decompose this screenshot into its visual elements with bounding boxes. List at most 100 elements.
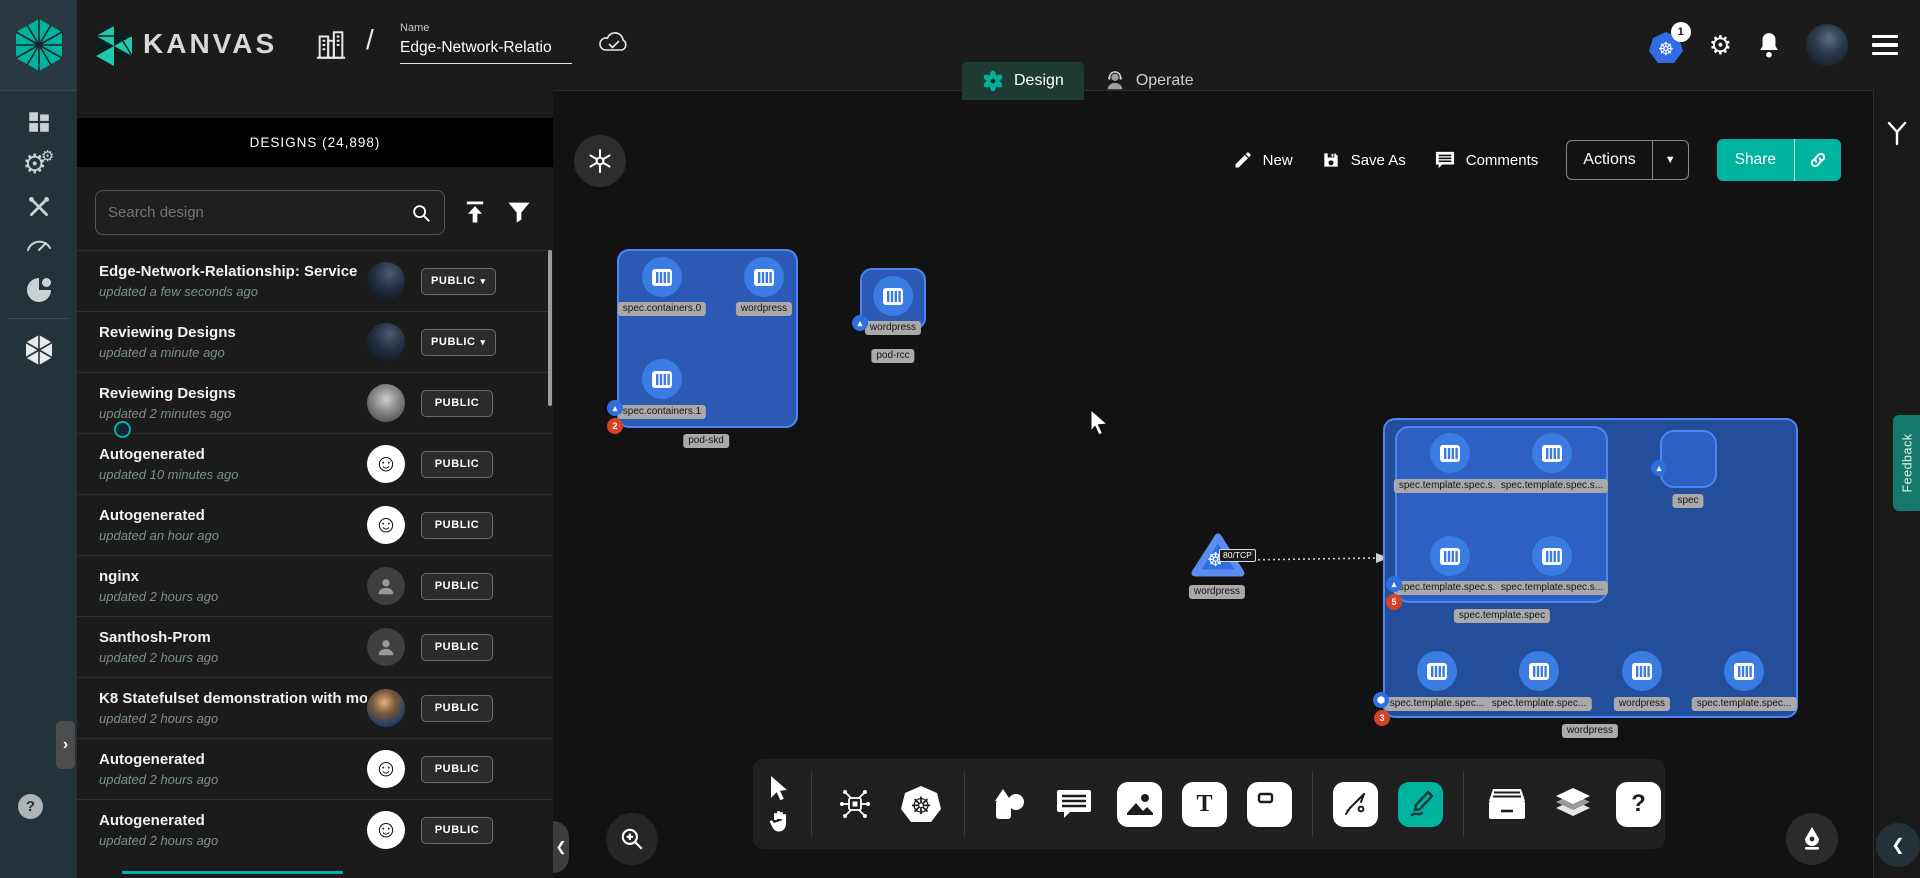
node-label: spec.template.spec.s...: [1394, 581, 1506, 595]
lifecycle-gears-icon[interactable]: ⚙ ⚙: [0, 151, 77, 178]
container-node[interactable]: [1417, 651, 1457, 691]
organization-icon[interactable]: [314, 28, 348, 62]
container-node[interactable]: [1622, 651, 1662, 691]
snowflake-quick-button[interactable]: [574, 135, 626, 187]
search-icon[interactable]: [410, 202, 432, 224]
pen-mode-button[interactable]: [1786, 813, 1838, 865]
merge-branch-icon[interactable]: [1885, 120, 1909, 146]
help-tool[interactable]: ?: [1616, 782, 1661, 827]
image-tool[interactable]: [1117, 782, 1162, 827]
settings-gear-icon[interactable]: ⚙: [1709, 32, 1732, 58]
container-node[interactable]: [1724, 651, 1764, 691]
save-icon: [1321, 150, 1341, 170]
user-avatar[interactable]: [1806, 24, 1848, 66]
save-as-button[interactable]: Save As: [1321, 150, 1406, 170]
design-list-item[interactable]: Reviewing Designs updated a minute ago P…: [77, 311, 553, 372]
visibility-badge[interactable]: PUBLIC▾: [421, 329, 496, 356]
container-node[interactable]: [642, 359, 682, 399]
kubernetes-context-button[interactable]: ☸ 1: [1649, 28, 1685, 62]
performance-gauge-icon[interactable]: [0, 234, 77, 254]
expand-sidebar-handle[interactable]: ›: [56, 721, 75, 769]
pencil-icon: [1233, 150, 1253, 170]
container-node[interactable]: [1430, 536, 1470, 576]
template-spec-group[interactable]: [1395, 426, 1608, 603]
design-search-input[interactable]: [108, 204, 410, 221]
design-list-item[interactable]: Autogenerated updated 2 hours ago ☺ PUBL…: [77, 738, 553, 799]
collapse-right-chevron[interactable]: ❮: [1876, 823, 1920, 867]
design-list-item[interactable]: Santhosh-Prom updated 2 hours ago PUBLIC: [77, 616, 553, 677]
share-button[interactable]: Share: [1717, 139, 1794, 181]
container-node[interactable]: [1430, 433, 1470, 473]
container-node[interactable]: [873, 276, 913, 316]
list-scrollbar[interactable]: [548, 250, 552, 406]
spec-node[interactable]: [1660, 430, 1717, 488]
design-search[interactable]: [95, 190, 445, 235]
pan-tool[interactable]: [767, 809, 791, 833]
kubernetes-tool[interactable]: ☸: [898, 781, 944, 827]
designs-panel-title: DESIGNS (24,898): [77, 118, 553, 167]
dashboard-icon[interactable]: [0, 109, 77, 135]
template-group-error-badge[interactable]: 5: [1386, 594, 1402, 610]
design-name-field: Name: [400, 22, 572, 64]
actions-button[interactable]: Actions: [1567, 141, 1651, 179]
edge-service-to-deployment[interactable]: [1241, 543, 1391, 573]
help-icon[interactable]: ?: [18, 794, 43, 819]
design-list-item[interactable]: Autogenerated updated 2 hours ago ☺ PUBL…: [77, 799, 553, 860]
pod-info-badge[interactable]: ▴: [852, 315, 868, 331]
container-node[interactable]: [1519, 651, 1559, 691]
note-tool[interactable]: [1247, 782, 1292, 827]
comments-button[interactable]: Comments: [1434, 150, 1539, 170]
design-list-item[interactable]: Autogenerated updated 10 minutes ago ☺ P…: [77, 433, 553, 494]
kanvas-hexagon-icon[interactable]: [0, 334, 77, 366]
design-list-item[interactable]: K8 Statefulset demonstration with mo upd…: [77, 677, 553, 738]
container-node[interactable]: [642, 257, 682, 297]
feedback-tab[interactable]: Feedback: [1893, 415, 1920, 511]
component-tool[interactable]: [832, 781, 878, 827]
design-list-item[interactable]: nginx updated 2 hours ago PUBLIC: [77, 555, 553, 616]
freehand-draw-tool[interactable]: [1398, 782, 1443, 827]
left-nav-rail: ⚙ ⚙: [0, 90, 77, 878]
design-list-item[interactable]: Autogenerated updated an hour ago ☺ PUBL…: [77, 494, 553, 555]
pod-group-info-badge[interactable]: ▴: [607, 400, 623, 416]
upload-design-icon[interactable]: [461, 198, 489, 226]
new-button[interactable]: New: [1233, 150, 1293, 170]
pen-tool[interactable]: [1333, 782, 1378, 827]
pod-group-error-badge[interactable]: 2: [607, 418, 623, 434]
menu-hamburger-icon[interactable]: [1872, 35, 1898, 56]
node-label: wordpress: [865, 321, 921, 335]
design-canvas[interactable]: New Save As Comments: [553, 90, 1873, 878]
shapes-tool[interactable]: [985, 781, 1031, 827]
select-tool[interactable]: [767, 775, 791, 801]
extensions-icon[interactable]: [0, 276, 77, 304]
save-as-label: Save As: [1351, 152, 1406, 169]
tab-operate[interactable]: Operate: [1084, 62, 1214, 100]
configuration-tools-icon[interactable]: [0, 194, 77, 220]
actions-dropdown-caret[interactable]: ▼: [1652, 141, 1688, 179]
zoom-button[interactable]: [606, 813, 658, 865]
spec-info-badge[interactable]: ▴: [1651, 460, 1667, 476]
node-label: spec: [1672, 494, 1703, 508]
collapse-panel-tab[interactable]: ❮: [553, 821, 569, 873]
filter-icon[interactable]: [505, 198, 533, 226]
container-node[interactable]: [744, 257, 784, 297]
container-node[interactable]: [1532, 433, 1572, 473]
meshery-logo[interactable]: [0, 0, 77, 90]
tab-design[interactable]: Design: [962, 62, 1084, 100]
copy-link-button[interactable]: [1794, 139, 1841, 181]
deployment-info-badge[interactable]: ⬢: [1373, 692, 1389, 708]
node-label: spec.template.spec...: [1385, 697, 1490, 711]
container-node[interactable]: [1532, 536, 1572, 576]
text-tool[interactable]: T: [1182, 782, 1227, 827]
template-group-info-badge[interactable]: ▴: [1386, 576, 1402, 592]
share-button-group: Share: [1717, 139, 1841, 181]
visibility-badge: PUBLIC: [421, 390, 493, 417]
design-list-item[interactable]: Edge-Network-Relationship: Service updat…: [77, 250, 553, 311]
visibility-badge[interactable]: PUBLIC▾: [421, 268, 496, 295]
design-name-input[interactable]: [400, 37, 572, 64]
design-list-item[interactable]: Reviewing Designs updated 2 minutes ago …: [77, 372, 553, 433]
deployment-error-badge[interactable]: 3: [1374, 710, 1390, 726]
comment-tool[interactable]: [1051, 781, 1097, 827]
layers-tool[interactable]: [1550, 781, 1596, 827]
drawer-tool[interactable]: [1484, 781, 1530, 827]
notifications-bell-icon[interactable]: [1756, 31, 1782, 59]
